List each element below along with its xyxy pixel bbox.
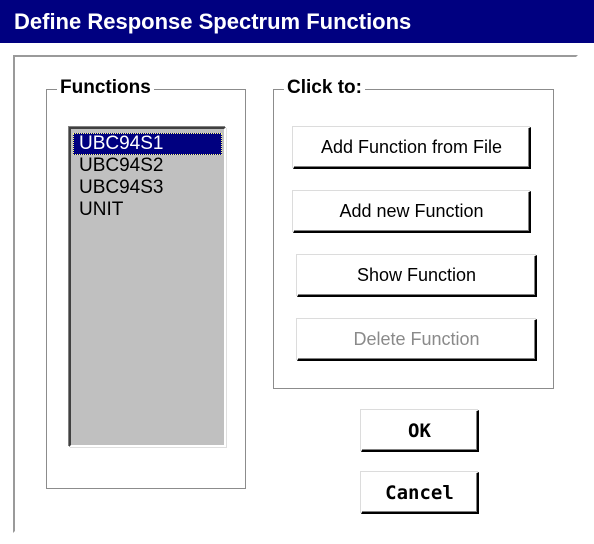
- cancel-button[interactable]: Cancel: [361, 472, 479, 514]
- add-new-function-button[interactable]: Add new Function: [293, 191, 531, 233]
- add-function-from-file-button[interactable]: Add Function from File: [293, 127, 531, 169]
- click-to-group-label: Click to:: [284, 76, 365, 100]
- list-item[interactable]: UBC94S2: [73, 155, 222, 177]
- list-item[interactable]: UNIT: [73, 199, 222, 221]
- list-item[interactable]: UBC94S1: [73, 133, 222, 155]
- ok-button[interactable]: OK: [361, 410, 479, 452]
- functions-listbox[interactable]: UBC94S1 UBC94S2 UBC94S3 UNIT: [69, 127, 226, 447]
- list-item[interactable]: UBC94S3: [73, 177, 222, 199]
- delete-function-button[interactable]: Delete Function: [297, 319, 537, 361]
- show-function-button[interactable]: Show Function: [297, 255, 537, 297]
- functions-group-label: Functions: [57, 76, 154, 100]
- window-title: Define Response Spectrum Functions: [0, 0, 594, 43]
